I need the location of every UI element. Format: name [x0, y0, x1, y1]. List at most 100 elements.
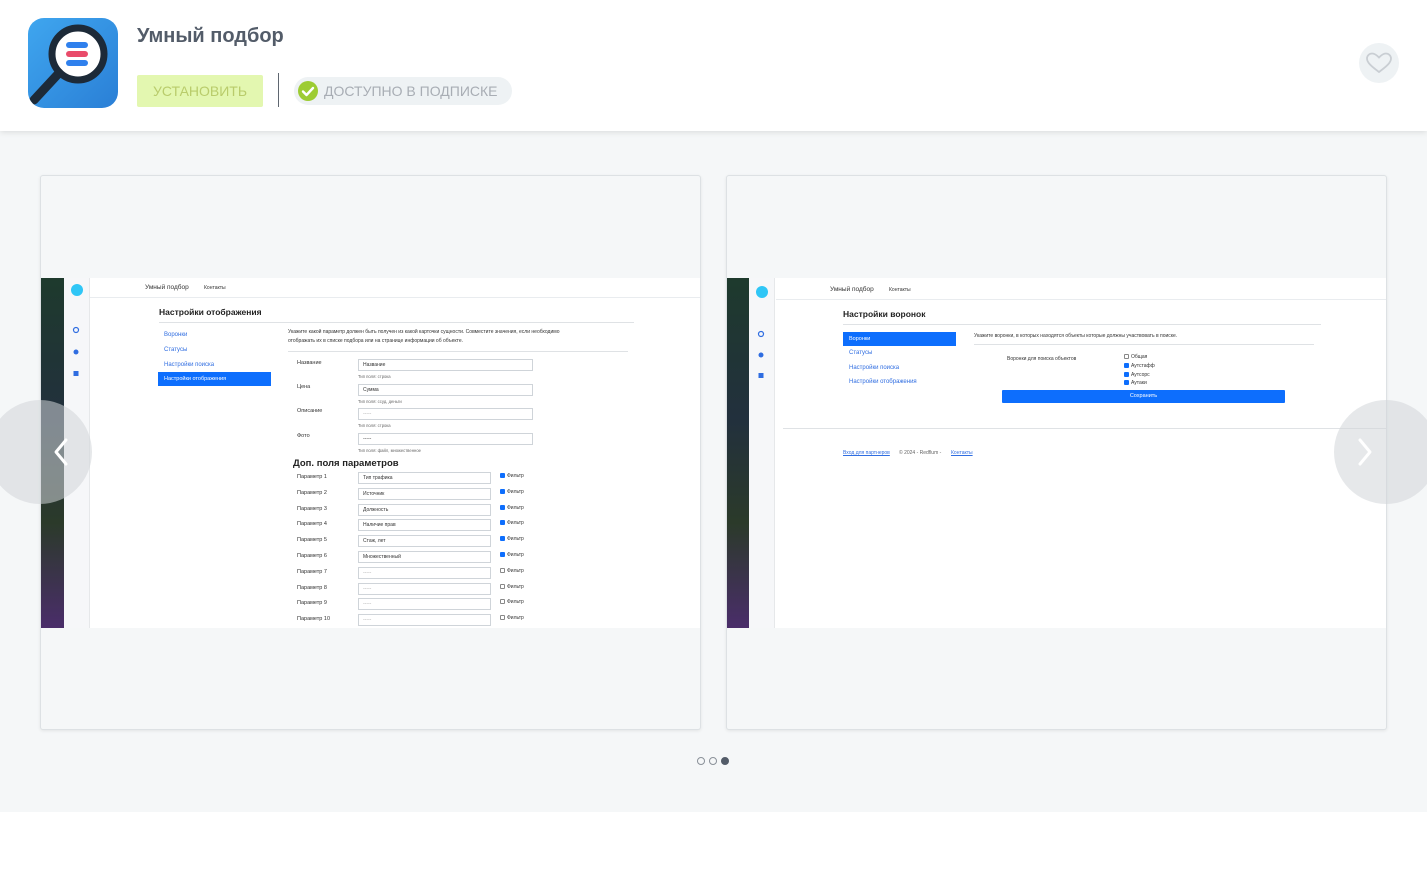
footer-contacts-link: Контакты — [951, 450, 973, 456]
field-input: Название — [358, 359, 533, 371]
field-input: ----- — [358, 408, 533, 420]
filter-label: Фильтр — [507, 520, 524, 527]
field-label: Описание — [297, 408, 323, 414]
funnel-option: Общая — [1131, 354, 1148, 360]
filter-checkbox — [500, 599, 505, 605]
checkbox — [1124, 380, 1129, 385]
param-label: Параметр 3 — [297, 505, 327, 512]
filter-label: Фильтр — [507, 552, 524, 558]
param-input: ----- — [358, 566, 491, 579]
param-label: Параметр 2 — [297, 489, 327, 496]
pagination-dot[interactable] — [709, 757, 717, 765]
slide-screenshot: Умный подбор Контакты Настройки отображе… — [41, 278, 700, 628]
shot-nav-item: Настройки отображения — [849, 379, 917, 385]
shot-contacts-link: Контакты — [204, 285, 226, 291]
field-input: Сумма — [358, 384, 533, 396]
filter-label: Фильтр — [507, 583, 524, 590]
shot-nav-item: Настройки поиска — [849, 365, 900, 371]
filter-checkbox — [500, 552, 505, 557]
pagination-dot-active[interactable] — [721, 757, 729, 765]
heart-icon — [1366, 52, 1392, 74]
chevron-left-icon — [54, 438, 68, 466]
favorite-button[interactable] — [1359, 43, 1399, 83]
param-label: Параметр 10 — [297, 616, 331, 623]
param-input: Множественный — [358, 551, 491, 563]
field-note: Тип поля: ссуд. деньги — [358, 399, 402, 404]
checkbox — [1124, 372, 1129, 377]
funnel-option: Аутаки — [1131, 380, 1147, 386]
checkbox — [1124, 354, 1129, 359]
param-label: Параметр 5 — [297, 537, 327, 544]
subscription-badge: ДОСТУПНО В ПОДПИСКЕ — [294, 77, 512, 105]
field-label: Фото — [297, 433, 310, 439]
footer-partner-link: Вход для партнеров — [843, 450, 890, 456]
shot-hint: Укажите какой параметр должен быть получ… — [288, 329, 560, 335]
check-icon — [298, 81, 318, 101]
header-divider — [278, 73, 279, 107]
app-logo-icon — [28, 18, 118, 108]
param-input: Наличие прав — [358, 519, 491, 532]
field-label: Цена — [297, 384, 311, 390]
shot-hint: отображать их в списке подбора или на ст… — [288, 338, 464, 344]
pagination-dot[interactable] — [697, 757, 705, 765]
shot-save-button: Сохранить — [1002, 390, 1285, 403]
shot-nav-item-active: Воронки — [843, 332, 956, 346]
param-input: ----- — [358, 614, 491, 627]
shot-brand: Умный подбор — [145, 284, 189, 291]
shot-nav-item: Статусы — [164, 347, 188, 353]
filter-label: Фильтр — [507, 473, 524, 479]
field-note: Тип поля: строка — [358, 423, 391, 428]
filter-label: Фильтр — [507, 615, 524, 622]
shot-page-title: Настройки отображения — [159, 307, 262, 317]
shot-nav-item-active: Настройки отображения — [158, 372, 271, 386]
funnel-option: Аутстафф — [1131, 363, 1155, 369]
shot-nav-item: Воронки — [164, 332, 188, 338]
shot-brand: Умный подбор — [830, 286, 874, 293]
chevron-right-icon — [1358, 438, 1372, 466]
extra-fields-title: Доп. поля параметров — [293, 458, 399, 469]
prev-slide-button[interactable] — [0, 400, 92, 504]
funnel-option: Аутсорс — [1131, 372, 1150, 378]
gallery-slide-1[interactable]: Умный подбор Контакты Настройки отображе… — [40, 175, 701, 730]
param-input: Источник — [358, 487, 491, 500]
subscription-label: ДОСТУПНО В ПОДПИСКЕ — [324, 83, 498, 99]
shot-nav-item: Статусы — [849, 350, 873, 356]
next-slide-button[interactable] — [1334, 400, 1427, 504]
shot-nav-item: Настройки поиска — [164, 362, 215, 368]
param-input: Тип трафика — [358, 472, 491, 484]
slide-screenshot: Умный подбор Контакты Настройки воронок … — [727, 278, 1386, 628]
filter-label: Фильтр — [507, 504, 524, 511]
field-note: Тип поля: строка — [358, 374, 391, 379]
param-label: Параметр 9 — [297, 600, 327, 607]
footer-copyright: © 2024 - Redflum - — [899, 450, 942, 456]
filter-label: Фильтр — [507, 536, 524, 543]
param-input: ----- — [358, 582, 491, 595]
filter-checkbox — [500, 583, 505, 589]
filter-checkbox — [500, 520, 505, 526]
gallery-slide-2[interactable]: Умный подбор Контакты Настройки воронок … — [726, 175, 1387, 730]
param-label: Параметр 7 — [297, 568, 327, 575]
field-label: Название — [297, 360, 322, 366]
portal-iconbar — [749, 278, 775, 628]
portal-sidebar — [727, 278, 749, 628]
screenshot-gallery: Умный подбор Контакты Настройки отображе… — [0, 131, 1427, 812]
filter-checkbox — [500, 473, 505, 478]
filter-checkbox — [500, 615, 505, 621]
shot-hint: Укажите воронки, в которых находятся объ… — [974, 333, 1178, 339]
filter-checkbox — [500, 567, 505, 573]
app-title: Умный подбор — [137, 25, 284, 47]
param-label: Параметр 8 — [297, 584, 327, 591]
filter-label: Фильтр — [507, 567, 524, 574]
filter-checkbox — [500, 536, 505, 542]
param-input: ----- — [358, 598, 491, 611]
funnels-label: Воронки для поиска объектов — [1007, 356, 1077, 362]
filter-checkbox — [500, 488, 505, 494]
checkbox — [1124, 363, 1129, 368]
install-button[interactable]: УСТАНОВИТЬ — [137, 75, 263, 107]
param-label: Параметр 1 — [297, 474, 327, 480]
filter-label: Фильтр — [507, 599, 524, 606]
param-input: Должность — [358, 503, 491, 516]
field-input: ----- — [358, 433, 533, 445]
shot-contacts-link: Контакты — [889, 287, 911, 293]
param-label: Параметр 4 — [297, 521, 327, 528]
